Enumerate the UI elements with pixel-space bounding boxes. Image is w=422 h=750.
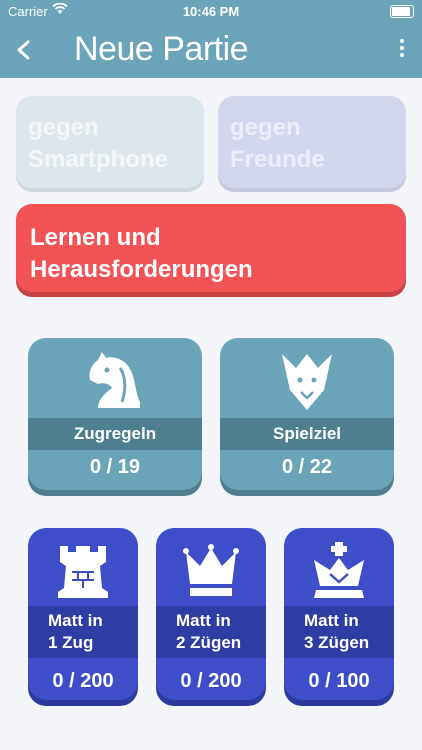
mate-label: Matt in 3 Zügen xyxy=(284,606,394,658)
mate-label: Matt in 1 Zug xyxy=(28,606,138,658)
category-label: Zugregeln xyxy=(28,418,202,450)
king-icon xyxy=(314,542,364,598)
battery-icon xyxy=(390,5,414,18)
king-face-icon xyxy=(282,354,332,410)
nav-bar: Neue Partie xyxy=(0,22,422,78)
mode-label-line2: Herausforderungen xyxy=(30,256,253,283)
page-title: Neue Partie xyxy=(74,30,249,68)
mode-vs-friends-button[interactable]: gegen Freunde xyxy=(218,96,406,188)
mate-label-line2: 2 Zügen xyxy=(176,633,242,652)
mate-in-2-tile[interactable]: Matt in 2 Zügen 0 / 200 xyxy=(156,528,266,700)
mate-in-1-tile[interactable]: Matt in 1 Zug 0 / 200 xyxy=(28,528,138,700)
mate-score: 0 / 200 xyxy=(180,670,242,692)
mode-vs-smartphone-button[interactable]: gegen Smartphone xyxy=(16,96,204,188)
category-spielziel-tile[interactable]: Spielziel 0 / 22 xyxy=(220,338,394,490)
status-time: 10:46 PM xyxy=(182,4,240,19)
mode-label-line1: gegen xyxy=(28,114,99,141)
mode-label-line2: Freunde xyxy=(230,146,325,173)
knight-icon xyxy=(89,352,140,408)
mode-label-line1: gegen xyxy=(230,114,301,141)
back-icon[interactable] xyxy=(12,34,36,66)
mate-label-line1: Matt in xyxy=(304,611,359,630)
rook-icon xyxy=(58,546,108,598)
status-bar: Carrier 10:46 PM xyxy=(0,0,422,22)
mode-label-line1: Lernen und xyxy=(30,224,161,251)
category-score: 0 / 22 xyxy=(281,456,333,478)
more-options-icon[interactable] xyxy=(398,36,406,64)
mode-learn-button[interactable]: Lernen und Herausforderungen xyxy=(16,204,406,292)
mate-in-3-tile[interactable]: Matt in 3 Zügen 0 / 100 xyxy=(284,528,394,700)
crown-icon xyxy=(183,544,239,596)
category-label: Spielziel xyxy=(220,418,394,450)
category-score: 0 / 19 xyxy=(89,456,141,478)
mate-score: 0 / 100 xyxy=(308,670,370,692)
mate-label-line1: Matt in xyxy=(176,611,231,630)
mate-label-line1: Matt in xyxy=(48,611,103,630)
mate-label: Matt in 2 Zügen xyxy=(156,606,266,658)
mate-score: 0 / 200 xyxy=(52,670,114,692)
mate-label-line2: 3 Zügen xyxy=(304,633,370,652)
mode-label-line2: Smartphone xyxy=(28,146,169,173)
mate-label-line2: 1 Zug xyxy=(48,633,94,652)
category-zugregeln-tile[interactable]: Zugregeln 0 / 19 xyxy=(28,338,202,490)
